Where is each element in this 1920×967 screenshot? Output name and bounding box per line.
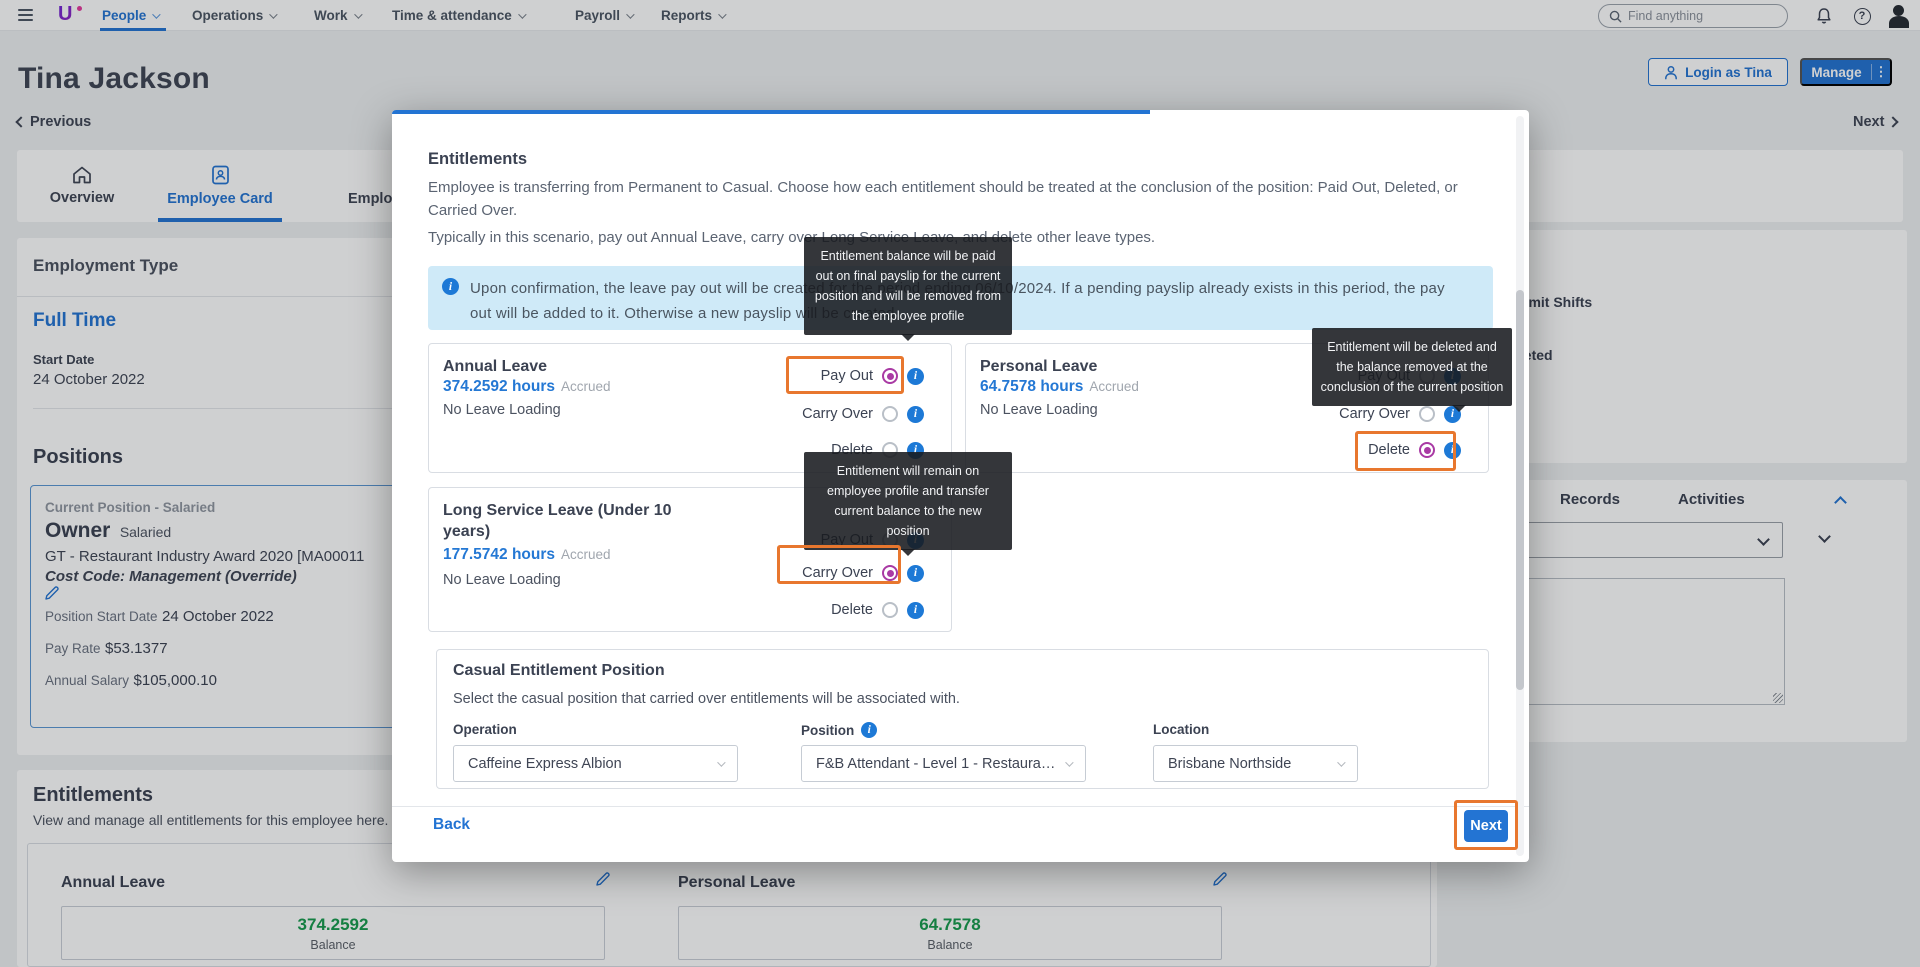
- info-icon: [442, 278, 459, 295]
- leave-hours: 374.2592 hours: [443, 378, 555, 395]
- chevron-down-icon: [1337, 758, 1345, 766]
- app-root: U People Operations Work Time & attendan…: [0, 0, 1920, 967]
- annotation-box-pay-out: [786, 356, 904, 394]
- annotation-box-delete: [1355, 431, 1456, 471]
- accrued-label: Accrued: [1089, 379, 1139, 394]
- annotation-box-carry-over: [777, 545, 901, 584]
- position-label: Position: [801, 722, 877, 738]
- leave-hours-line: 177.5742 hours Accrued: [443, 546, 611, 564]
- tooltip-arrow: [901, 334, 915, 341]
- leave-card-title: Long Service Leave (Under 10 years): [443, 500, 683, 542]
- leave-card-title: Personal Leave: [980, 356, 1220, 377]
- casual-subtitle: Select the casual position that carried …: [453, 691, 960, 707]
- radio-carry-over[interactable]: [1419, 406, 1435, 422]
- accrued-label: Accrued: [561, 379, 611, 394]
- wizard-progress-bar: [392, 110, 1150, 114]
- carry-over-info-icon[interactable]: [907, 406, 924, 423]
- casual-entitlement-section: Casual Entitlement Position Select the c…: [436, 649, 1489, 789]
- location-value: Brisbane Northside: [1168, 756, 1337, 772]
- option-label: Delete: [831, 602, 873, 618]
- operation-value: Caffeine Express Albion: [468, 756, 717, 772]
- footer-divider: [392, 806, 1529, 807]
- leave-loading: No Leave Loading: [443, 572, 561, 588]
- casual-title: Casual Entitlement Position: [453, 662, 665, 680]
- modal-scrollbar-thumb[interactable]: [1516, 290, 1524, 690]
- carry-over-tooltip: Entitlement will remain on employee prof…: [804, 452, 1012, 550]
- leave-loading: No Leave Loading: [980, 402, 1098, 418]
- option-carry-over[interactable]: Carry Over: [802, 402, 924, 426]
- tooltip-text: Entitlement will remain on employee prof…: [827, 464, 989, 538]
- position-select[interactable]: F&B Attendant - Level 1 - Restaura…: [801, 745, 1086, 782]
- chevron-down-icon: [717, 758, 725, 766]
- delete-info-icon[interactable]: [907, 602, 924, 619]
- leave-card-title: Annual Leave: [443, 356, 683, 377]
- position-info-icon[interactable]: [861, 722, 877, 738]
- leave-hours: 177.5742 hours: [443, 546, 555, 563]
- location-select[interactable]: Brisbane Northside: [1153, 745, 1358, 782]
- tooltip-text: Entitlement will be deleted and the bala…: [1321, 340, 1504, 394]
- radio-delete[interactable]: [882, 602, 898, 618]
- pay-out-tooltip: Entitlement balance will be paid out on …: [804, 237, 1012, 335]
- option-delete[interactable]: Delete: [831, 598, 924, 622]
- radio-carry-over[interactable]: [882, 406, 898, 422]
- leave-hours-line: 64.7578 hours Accrued: [980, 378, 1139, 396]
- tooltip-arrow: [1452, 405, 1466, 412]
- modal-title: Entitlements: [428, 150, 527, 169]
- leave-loading: No Leave Loading: [443, 402, 561, 418]
- option-label: Carry Over: [802, 406, 873, 422]
- leave-hours: 64.7578 hours: [980, 378, 1083, 395]
- operation-label: Operation: [453, 722, 517, 737]
- accrued-label: Accrued: [561, 547, 611, 562]
- position-value: F&B Attendant - Level 1 - Restaura…: [816, 756, 1065, 772]
- operation-select[interactable]: Caffeine Express Albion: [453, 745, 738, 782]
- delete-tooltip: Entitlement will be deleted and the bala…: [1312, 328, 1512, 406]
- location-label: Location: [1153, 722, 1209, 737]
- modal-intro-2: Typically in this scenario, pay out Annu…: [428, 226, 1155, 249]
- pay-out-info-icon[interactable]: [907, 368, 924, 385]
- chevron-down-icon: [1065, 758, 1073, 766]
- tooltip-arrow: [901, 549, 915, 556]
- carry-over-info-icon[interactable]: [907, 565, 924, 582]
- tooltip-text: Entitlement balance will be paid out on …: [815, 249, 1001, 323]
- modal-intro-1: Employee is transferring from Permanent …: [428, 176, 1468, 222]
- back-link[interactable]: Back: [433, 816, 470, 834]
- leave-hours-line: 374.2592 hours Accrued: [443, 378, 611, 396]
- option-label: Carry Over: [1339, 406, 1410, 422]
- annotation-box-next: [1454, 800, 1518, 850]
